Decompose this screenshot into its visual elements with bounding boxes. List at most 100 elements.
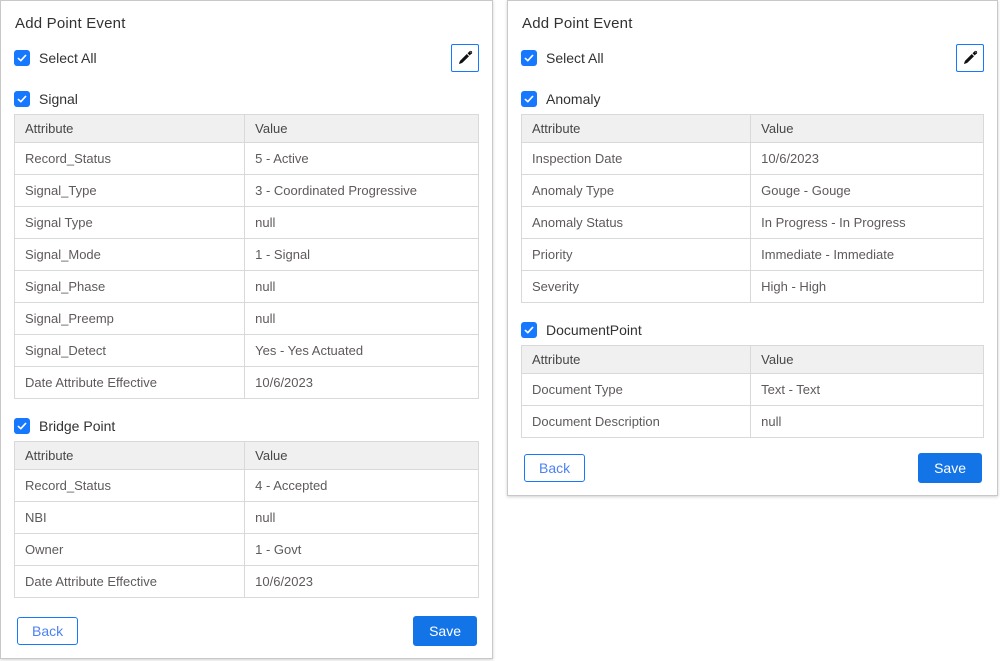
back-button[interactable]: Back	[524, 454, 585, 482]
group-bridge-point-option[interactable]: Bridge Point	[14, 418, 479, 434]
table-row: Document Descriptionnull	[522, 406, 984, 438]
panel-footer: Back Save	[521, 453, 984, 483]
table-row: Date Attribute Effective10/6/2023	[15, 566, 479, 598]
group-document-point-label: DocumentPoint	[546, 322, 642, 338]
checkmark-icon	[523, 324, 535, 336]
table-row: Signal Typenull	[15, 207, 479, 239]
select-all-row: Select All	[14, 44, 479, 72]
panel-footer: Back Save	[14, 616, 479, 646]
select-all-checkbox[interactable]	[521, 50, 537, 66]
value-cell: 4 - Accepted	[245, 470, 479, 502]
table-row: Date Attribute Effective10/6/2023	[15, 367, 479, 399]
checkmark-icon	[16, 420, 28, 432]
group-signal-option[interactable]: Signal	[14, 91, 479, 107]
attribute-cell: Inspection Date	[522, 143, 751, 175]
group-anomaly-label: Anomaly	[546, 91, 600, 107]
attribute-cell: Record_Status	[15, 470, 245, 502]
select-all-option[interactable]: Select All	[521, 50, 604, 66]
value-cell: null	[245, 207, 479, 239]
value-cell: null	[245, 303, 479, 335]
attribute-cell: Signal_Preemp	[15, 303, 245, 335]
table-row: SeverityHigh - High	[522, 271, 984, 303]
attribute-cell: Anomaly Type	[522, 175, 751, 207]
eyedropper-icon	[457, 50, 473, 66]
attribute-cell: NBI	[15, 502, 245, 534]
value-column-header: Value	[245, 115, 479, 143]
group-anomaly-option[interactable]: Anomaly	[521, 91, 984, 107]
group-signal: Signal Attribute Value Record_Status5 - …	[14, 91, 479, 399]
select-all-checkbox[interactable]	[14, 50, 30, 66]
bridge-point-attributes-table: Attribute Value Record_Status4 - Accepte…	[14, 441, 479, 598]
table-row: NBInull	[15, 502, 479, 534]
value-cell: Immediate - Immediate	[751, 239, 984, 271]
group-document-point-option[interactable]: DocumentPoint	[521, 322, 984, 338]
attribute-cell: Anomaly Status	[522, 207, 751, 239]
select-all-option[interactable]: Select All	[14, 50, 97, 66]
table-row: Signal_DetectYes - Yes Actuated	[15, 335, 479, 367]
eyedropper-button[interactable]	[451, 44, 479, 72]
attribute-column-header: Attribute	[522, 346, 751, 374]
group-document-point-checkbox[interactable]	[521, 322, 537, 338]
attribute-cell: Document Description	[522, 406, 751, 438]
value-column-header: Value	[751, 346, 984, 374]
table-row: Record_Status5 - Active	[15, 143, 479, 175]
back-button[interactable]: Back	[17, 617, 78, 645]
value-cell: null	[245, 271, 479, 303]
group-signal-label: Signal	[39, 91, 78, 107]
group-bridge-point-checkbox[interactable]	[14, 418, 30, 434]
attribute-cell: Owner	[15, 534, 245, 566]
group-document-point: DocumentPoint Attribute Value Document T…	[521, 322, 984, 438]
attribute-cell: Signal_Phase	[15, 271, 245, 303]
table-row: Record_Status4 - Accepted	[15, 470, 479, 502]
attribute-column-header: Attribute	[15, 442, 245, 470]
group-bridge-point: Bridge Point Attribute Value Record_Stat…	[14, 418, 479, 598]
table-row: Document TypeText - Text	[522, 374, 984, 406]
value-cell: 1 - Govt	[245, 534, 479, 566]
table-header-row: Attribute Value	[522, 346, 984, 374]
value-cell: Text - Text	[751, 374, 984, 406]
value-cell: Yes - Yes Actuated	[245, 335, 479, 367]
page-title: Add Point Event	[522, 15, 984, 32]
group-anomaly: Anomaly Attribute Value Inspection Date1…	[521, 91, 984, 303]
value-column-header: Value	[245, 442, 479, 470]
eyedropper-button[interactable]	[956, 44, 984, 72]
attribute-cell: Date Attribute Effective	[15, 566, 245, 598]
table-row: Signal_Type3 - Coordinated Progressive	[15, 175, 479, 207]
table-row: Signal_Preempnull	[15, 303, 479, 335]
table-row: Signal_Phasenull	[15, 271, 479, 303]
signal-attributes-table: Attribute Value Record_Status5 - ActiveS…	[14, 114, 479, 399]
checkmark-icon	[16, 93, 28, 105]
attribute-cell: Signal Type	[15, 207, 245, 239]
attribute-cell: Signal_Detect	[15, 335, 245, 367]
attribute-cell: Signal_Type	[15, 175, 245, 207]
table-row: Anomaly TypeGouge - Gouge	[522, 175, 984, 207]
value-cell: High - High	[751, 271, 984, 303]
group-anomaly-checkbox[interactable]	[521, 91, 537, 107]
table-header-row: Attribute Value	[15, 442, 479, 470]
value-cell: 10/6/2023	[751, 143, 984, 175]
table-row: Inspection Date10/6/2023	[522, 143, 984, 175]
add-point-event-panel-left: Add Point Event Select All	[0, 0, 493, 659]
workspace: Add Point Event Select All	[0, 0, 1000, 661]
save-button[interactable]: Save	[918, 453, 982, 483]
checkmark-icon	[523, 93, 535, 105]
table-row: PriorityImmediate - Immediate	[522, 239, 984, 271]
attribute-cell: Record_Status	[15, 143, 245, 175]
value-cell: 3 - Coordinated Progressive	[245, 175, 479, 207]
checkmark-icon	[16, 52, 28, 64]
group-signal-checkbox[interactable]	[14, 91, 30, 107]
table-header-row: Attribute Value	[522, 115, 984, 143]
value-cell: Gouge - Gouge	[751, 175, 984, 207]
value-cell: 10/6/2023	[245, 367, 479, 399]
value-column-header: Value	[751, 115, 984, 143]
attribute-column-header: Attribute	[522, 115, 751, 143]
value-cell: In Progress - In Progress	[751, 207, 984, 239]
attribute-cell: Severity	[522, 271, 751, 303]
save-button[interactable]: Save	[413, 616, 477, 646]
attribute-cell: Document Type	[522, 374, 751, 406]
attribute-cell: Date Attribute Effective	[15, 367, 245, 399]
value-cell: null	[751, 406, 984, 438]
value-cell: null	[245, 502, 479, 534]
add-point-event-panel-right: Add Point Event Select All	[507, 0, 998, 496]
document-point-attributes-table: Attribute Value Document TypeText - Text…	[521, 345, 984, 438]
